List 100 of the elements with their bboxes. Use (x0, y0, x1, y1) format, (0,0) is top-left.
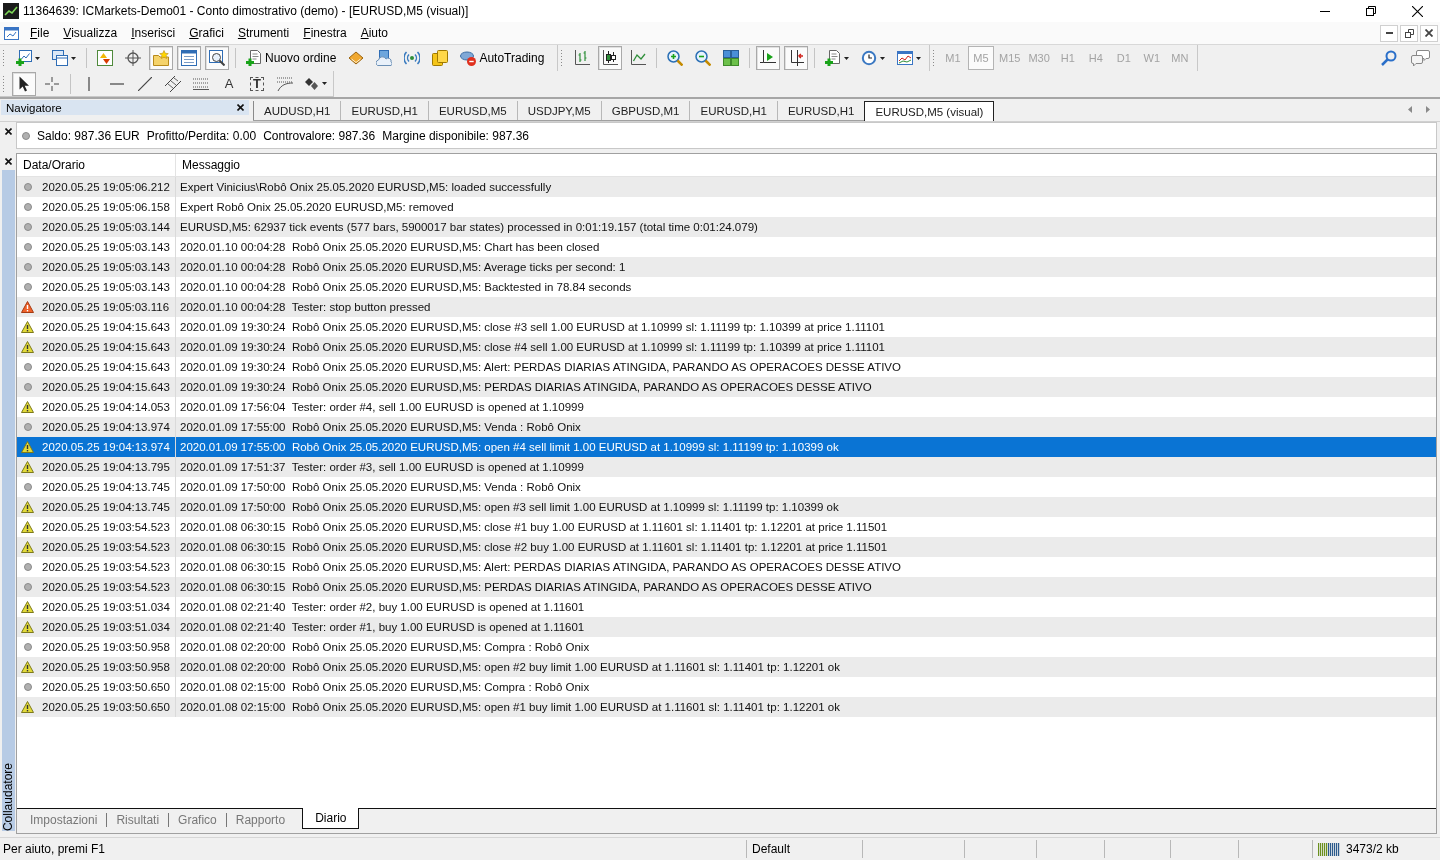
log-row[interactable]: 2020.05.25 19:03:50.958 2020.01.08 02:20:00 Robô Onix 25.05.2020 EURUSD,M5: open #2 buy limit 1.00 EURUSD at 1.11601 sl: 1.11401 tp: 1.12201 ok (17, 657, 1436, 677)
log-message: 2020.01.08 06:30:15 Robô Onix 25.05.2020 EURUSD,M5: PERDAS DIARIAS ATINGIDA, PARANDO AS OPERACOES DESSE ATIVO (180, 581, 872, 593)
log-row[interactable]: 2020.05.25 19:04:15.643 2020.01.09 19:30:24 Robô Onix 25.05.2020 EURUSD,M5: close #4 sell 1.00 EURUSD at 1.10999 sl: 1.11199 tp: 1.10399 at price 1.11101 (17, 337, 1436, 357)
restore-button[interactable] (1400, 24, 1418, 42)
menu-item[interactable]: Strumenti (231, 24, 298, 42)
log-time: 2020.05.25 19:05:03.143 (42, 261, 170, 273)
log-message: 2020.01.09 17:51:37 Tester: order #3, sell 1.00 EURUSD is opened at 1.10999 (180, 461, 584, 473)
log-time: 2020.05.25 19:03:54.523 (42, 581, 170, 593)
close-icon (1411, 5, 1423, 17)
log-message: 2020.01.09 19:30:24 Robô Onix 25.05.2020 EURUSD,M5: Alert: PERDAS DIARIAS ATINGIDA, PARANDO AS OPERACOES DESSE ATIVO (180, 361, 901, 373)
log-time: 2020.05.25 19:04:13.795 (42, 461, 170, 473)
log-row[interactable]: 2020.05.25 19:05:03.144 EURUSD,M5: 62937 tick events (577 bars, 5900017 bar states) processed in 0:01:19.157 (total time 0:01:24.079) (17, 217, 1436, 237)
right-arrow-icon[interactable] (1426, 106, 1430, 113)
chart-tab[interactable]: EURUSD,M5 (427, 101, 517, 120)
log-time: 2020.05.25 19:03:50.650 (42, 681, 170, 693)
minimize-button[interactable] (1380, 24, 1398, 42)
cursor-button[interactable] (12, 71, 36, 96)
close-button[interactable] (1420, 24, 1438, 42)
windows-icon (52, 50, 68, 66)
log-message: 2020.01.08 06:30:15 Robô Onix 25.05.2020 EURUSD,M5: close #1 buy 1.00 EURUSD at 1.11601 sl: 1.11401 tp: 1.12201 at price 1.11501 (180, 521, 888, 533)
panel-tab[interactable]: Diario (302, 808, 360, 829)
menu-item[interactable]: Inserisci (125, 24, 184, 42)
log-time: 2020.05.25 19:04:13.745 (42, 501, 170, 513)
status-dot-icon (22, 131, 30, 140)
new-order-button[interactable]: Nuovo ordine (242, 46, 341, 70)
menu-item[interactable]: File (24, 24, 58, 42)
log-message: 2020.01.09 19:30:24 Robô Onix 25.05.2020 EURUSD,M5: close #4 sell 1.00 EURUSD at 1.10999 sl: 1.11199 tp: 1.10399 at price 1.11101 (180, 341, 885, 353)
chart-tab[interactable]: EURUSD,H1 (689, 101, 777, 120)
chat-icon (1411, 50, 1430, 66)
chart-tab[interactable]: USDJPY,M5 (516, 101, 601, 120)
log-time: 2020.05.25 19:05:06.158 (42, 201, 170, 213)
log-message: 2020.01.09 19:30:24 Robô Onix 25.05.2020 EURUSD,M5: PERDAS DIARIAS ATINGIDA, PARANDO AS OPERACOES DESSE ATIVO (180, 381, 872, 393)
log-row[interactable]: 2020.05.25 19:05:03.116 2020.01.10 00:04:28 Tester: stop button pressed (17, 297, 1436, 317)
account-figure: Margine disponibile: 987.36 (382, 128, 529, 143)
close-icon[interactable] (237, 104, 244, 111)
log-message: 2020.01.09 19:30:24 Robô Onix 25.05.2020 EURUSD,M5: close #3 sell 1.00 EURUSD at 1.10999 sl: 1.11199 tp: 1.10399 at price 1.11101 (180, 321, 885, 333)
log-message: 2020.01.08 02:15:00 Robô Onix 25.05.2020 EURUSD,M5: open #1 buy limit 1.00 EURUSD at 1.11601 sl: 1.11401 tp: 1.12201 ok (180, 701, 840, 713)
menu-item[interactable]: Visualizza (57, 24, 126, 42)
log-message: 2020.01.09 17:55:00 Robô Onix 25.05.2020 EURUSD,M5: Venda : Robô Onix (180, 421, 581, 433)
log-time: 2020.05.25 19:04:15.643 (42, 341, 170, 353)
document-plus-icon (825, 50, 841, 66)
close-icon[interactable] (4, 158, 12, 165)
log-time: 2020.05.25 19:03:51.034 (42, 601, 170, 613)
log-time: 2020.05.25 19:03:50.650 (42, 701, 170, 713)
log-row[interactable]: 2020.05.25 19:03:54.523 2020.01.08 06:30:15 Robô Onix 25.05.2020 EURUSD,M5: close #2 buy 1.00 EURUSD at 1.11601 sl: 1.11401 tp: 1.12201 at price 1.11501 (17, 537, 1436, 557)
panel-tab[interactable]: Risultati (107, 810, 169, 829)
log-row[interactable]: 2020.05.25 19:04:13.974 2020.01.09 17:55:00 Robô Onix 25.05.2020 EURUSD,M5: open #4 sell limit 1.00 EURUSD at 1.10999 sl: 1.11199 tp: 1.10399 ok (17, 437, 1436, 457)
left-arrow-icon[interactable] (1408, 106, 1412, 113)
menu-item[interactable]: Aiuto (354, 24, 397, 42)
chart-tab[interactable]: EURUSD,M5 (visual) (864, 101, 995, 121)
log-message: EURUSD,M5: 62937 tick events (577 bars, 5900017 bar states) processed in 0:01:19.157 (total time 0:01:24.079) (180, 221, 758, 233)
log-row[interactable]: 2020.05.25 19:04:13.974 2020.01.09 17:55:00 Robô Onix 25.05.2020 EURUSD,M5: Venda : Robô Onix (17, 417, 1436, 437)
log-message: 2020.01.10 00:04:28 Robô Onix 25.05.2020 EURUSD,M5: Backtested in 78.84 seconds (180, 281, 632, 293)
log-row[interactable]: 2020.05.25 19:03:54.523 2020.01.08 06:30:15 Robô Onix 25.05.2020 EURUSD,M5: PERDAS DIARIAS ATINGIDA, PARANDO AS OPERACOES DESSE ATIVO (17, 577, 1436, 597)
clock-icon (861, 50, 877, 66)
log-message: 2020.01.08 06:30:15 Robô Onix 25.05.2020 EURUSD,M5: close #2 buy 1.00 EURUSD at 1.11601 sl: 1.11401 tp: 1.12201 at price 1.11501 (180, 541, 888, 553)
log-message: 2020.01.10 00:04:28 Robô Onix 25.05.2020 EURUSD,M5: Chart has been closed (180, 241, 600, 253)
status-text: Per aiuto, premi F1 (3, 842, 106, 856)
search-icon (1381, 50, 1397, 66)
column-header[interactable]: Messaggio (176, 154, 241, 176)
chart-tab[interactable]: EURUSD,H1 (340, 101, 428, 120)
restore-icon (1366, 6, 1376, 16)
chart-tab[interactable]: AUDUSD,H1 (253, 101, 341, 120)
close-icon (1425, 29, 1433, 37)
label-tool-button[interactable]: T (245, 71, 269, 96)
log-time: 2020.05.25 19:03:54.523 (42, 541, 170, 553)
log-message: 2020.01.10 00:04:28 Tester: stop button pressed (180, 301, 431, 313)
profile-name: Default (752, 842, 791, 856)
text-tool-button[interactable]: A (217, 71, 241, 96)
column-header[interactable]: Data/Orario (17, 154, 176, 176)
menu-item[interactable]: Grafici (183, 24, 232, 42)
panel-title: Collaudatore (1, 761, 15, 831)
log-row[interactable]: 2020.05.25 19:04:15.643 2020.01.09 19:30:24 Robô Onix 25.05.2020 EURUSD,M5: PERDAS DIARIAS ATINGIDA, PARANDO AS OPERACOES DESSE ATIVO (17, 377, 1436, 397)
autotrading-button[interactable]: AutoTrading (456, 46, 549, 70)
menu-item[interactable]: Finestra (297, 24, 355, 42)
log-message: 2020.01.09 17:50:00 Robô Onix 25.05.2020 EURUSD,M5: Venda : Robô Onix (180, 481, 581, 493)
log-row[interactable]: 2020.05.25 19:03:50.650 2020.01.08 02:15:00 Robô Onix 25.05.2020 EURUSD,M5: open #1 buy limit 1.00 EURUSD at 1.11601 sl: 1.11401 tp: 1.12201 ok (17, 697, 1436, 717)
close-icon[interactable] (4, 128, 12, 135)
restore-icon (1404, 28, 1414, 38)
log-message: 2020.01.08 02:20:00 Robô Onix 25.05.2020 EURUSD,M5: Compra : Robô Onix (180, 641, 590, 653)
log-message: Expert Vinicius\Robô Onix 25.05.2020 EURUSD,M5: loaded successfully (180, 181, 552, 193)
log-message: Expert Robô Onix 25.05.2020 EURUSD,M5: removed (180, 201, 454, 213)
traffic-text: 3473/2 kb (1346, 842, 1399, 856)
minimize-icon (1385, 32, 1393, 34)
log-row[interactable]: 2020.05.25 19:04:13.795 2020.01.09 17:51:37 Tester: order #3, sell 1.00 EURUSD is opened at 1.10999 (17, 457, 1436, 477)
account-figure: Profitto/Perdita: 0.00 (146, 128, 257, 143)
chart-logo-icon (3, 3, 19, 19)
panel-tab[interactable]: Grafico (169, 810, 226, 829)
log-row[interactable]: 2020.05.25 19:05:03.143 2020.01.10 00:04:28 Robô Onix 25.05.2020 EURUSD,M5: Average ticks per second: 1 (17, 257, 1436, 277)
log-time: 2020.05.25 19:05:03.143 (42, 241, 170, 253)
log-row[interactable]: 2020.05.25 19:04:13.745 2020.01.09 17:50:00 Robô Onix 25.05.2020 EURUSD,M5: open #3 sell limit 1.00 EURUSD at 1.10999 sl: 1.11199 tp: 1.10399 ok (17, 497, 1436, 517)
chart-tab[interactable]: GBPUSD,M1 (600, 101, 690, 120)
log-row[interactable]: 2020.05.25 19:03:51.034 2020.01.08 02:21:40 Tester: order #1, buy 1.00 EURUSD is opened at 1.11601 (17, 617, 1436, 637)
log-message: 2020.01.09 17:55:00 Robô Onix 25.05.2020 EURUSD,M5: open #4 sell limit 1.00 EURUSD at 1.10999 sl: 1.11199 tp: 1.10399 ok (180, 441, 839, 453)
log-message: 2020.01.08 02:21:40 Tester: order #1, buy 1.00 EURUSD is opened at 1.11601 (180, 621, 585, 633)
log-time: 2020.05.25 19:03:50.958 (42, 661, 170, 673)
log-message: 2020.01.10 00:04:28 Robô Onix 25.05.2020 EURUSD,M5: Average ticks per second: 1 (180, 261, 626, 273)
panel-tab[interactable]: Impostazioni (21, 810, 107, 829)
log-row[interactable]: 2020.05.25 19:05:06.212 Expert Vinicius\Robô Onix 25.05.2020 EURUSD,M5: loaded successfully (17, 177, 1436, 197)
panel-tab[interactable]: Rapporto (226, 810, 295, 829)
